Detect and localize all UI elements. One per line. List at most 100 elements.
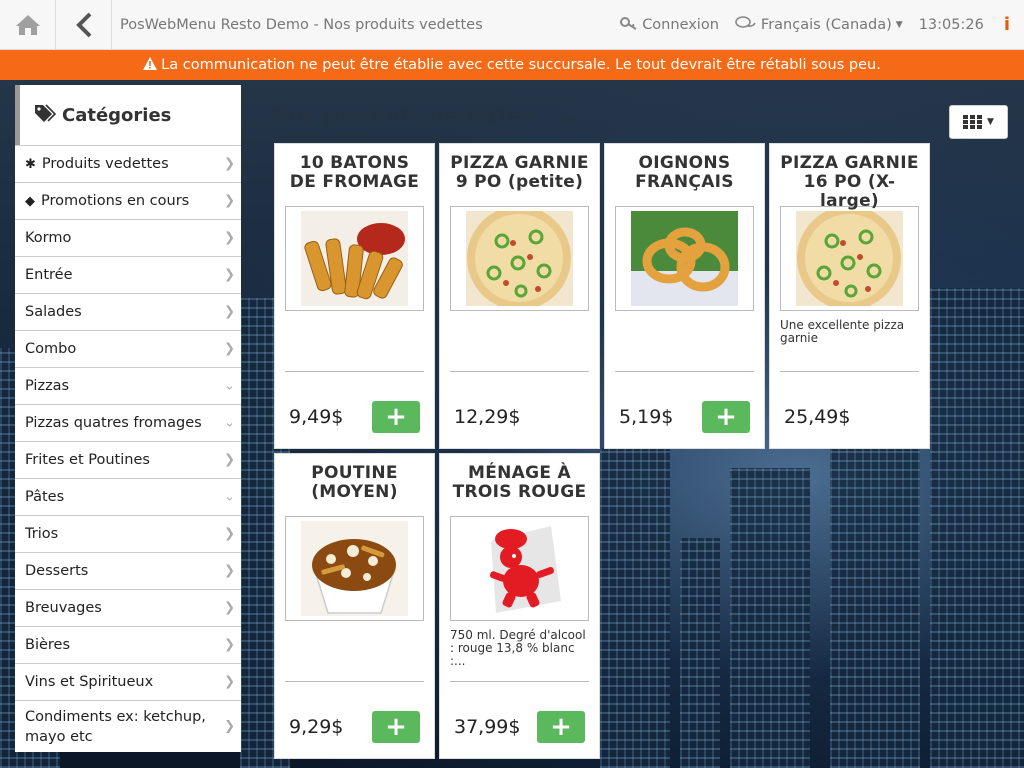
sidebar-item-promotions[interactable]: ◆ Promotions en cours ❯: [15, 182, 241, 219]
sidebar-item-desserts[interactable]: Desserts ❯: [15, 552, 241, 589]
divider: [780, 371, 919, 372]
sidebar-item-vins-spiritueux[interactable]: Vins et Spiritueux ❯: [15, 663, 241, 700]
add-to-cart-button[interactable]: +: [702, 401, 750, 433]
back-button[interactable]: [56, 0, 112, 50]
divider: [285, 371, 424, 372]
page-title-text: Nos produits vedettes: [271, 102, 535, 130]
clock: 13:05:26: [918, 16, 984, 33]
category-sidebar: Catégories ✱ Produits vedettes ❯ ◆ Promo…: [15, 85, 241, 752]
warning-icon: [143, 56, 158, 74]
chevron-down-icon: ⌄: [224, 378, 235, 394]
sidebar-item-pizzas[interactable]: Pizzas ⌄: [15, 367, 241, 404]
product-price: 9,29$: [289, 716, 344, 738]
language-label: Français (Canada): [760, 16, 892, 33]
alert-message: La communication ne peut être établie av…: [161, 57, 881, 73]
product-card[interactable]: OIGNONS FRANÇAIS 5,19$ +: [604, 143, 765, 449]
sidebar-item-pates[interactable]: Pâtes ⌄: [15, 478, 241, 515]
view-toggle-button[interactable]: ▼: [949, 105, 1008, 139]
sidebar-item-kormo[interactable]: Kormo ❯: [15, 219, 241, 256]
sidebar-item-label: Trios: [25, 526, 59, 542]
sidebar-item-frites-poutines[interactable]: Frites et Poutines ❯: [15, 441, 241, 478]
product-title: 10 BATONS DE FROMAGE: [289, 153, 420, 192]
sidebar-item-label: Breuvages: [25, 600, 102, 616]
sidebar-item-label: Vins et Spiritueux: [25, 674, 154, 690]
sidebar-item-combo[interactable]: Combo ❯: [15, 330, 241, 367]
pizza-image: [780, 206, 919, 311]
sidebar-item-condiments[interactable]: Condiments ex: ketchup, mayo etc ❯: [15, 700, 241, 752]
sidebar-item-label: Produits vedettes: [41, 156, 169, 172]
chevron-right-icon: ❯: [224, 718, 235, 734]
page-title-subtext: Liste: [546, 113, 578, 128]
product-description: [285, 629, 424, 681]
chevron-down-icon: ⌄: [224, 489, 235, 505]
sidebar-item-bieres[interactable]: Bières ❯: [15, 626, 241, 663]
chevron-right-icon: ❯: [224, 600, 235, 616]
chevron-left-icon: [75, 12, 91, 37]
product-title: PIZZA GARNIE 9 PO (petite): [450, 153, 589, 192]
chevron-right-icon: ❯: [224, 341, 235, 357]
sidebar-item-trios[interactable]: Trios ❯: [15, 515, 241, 552]
product-title: POUTINE (MOYEN): [311, 463, 398, 502]
chevron-right-icon: ❯: [224, 267, 235, 283]
sidebar-item-label: Desserts: [25, 563, 89, 579]
product-price: 25,49$: [784, 406, 851, 428]
key-icon: [620, 16, 638, 34]
product-description: [615, 319, 754, 371]
caret-down-icon: ▼: [895, 19, 903, 30]
divider: [450, 681, 589, 682]
tag-icon: ◆: [25, 193, 35, 209]
chevron-right-icon: ❯: [224, 563, 235, 579]
chevron-right-icon: ❯: [224, 637, 235, 653]
sidebar-item-label: Entrée: [25, 267, 73, 283]
sidebar-item-breuvages[interactable]: Breuvages ❯: [15, 589, 241, 626]
product-card[interactable]: PIZZA GARNIE 9 PO (petite) 12,29$: [439, 143, 600, 449]
sidebar-title: Catégories: [62, 104, 172, 126]
product-description: Une excellente pizza garnie: [780, 318, 905, 345]
tags-icon: [34, 103, 57, 127]
sidebar-item-label: Combo: [25, 341, 77, 357]
chef-logo-image: [450, 516, 589, 621]
poutine-image: [285, 516, 424, 621]
home-icon: [15, 14, 40, 35]
chevron-right-icon: ❯: [224, 193, 235, 209]
pizza-image: [450, 206, 589, 311]
sidebar-item-label: Frites et Poutines: [25, 452, 150, 468]
chevron-right-icon: ❯: [224, 230, 235, 246]
sidebar-item-label: Pizzas: [25, 378, 70, 394]
product-description: [450, 319, 589, 371]
page-title: Nos produits vedettes Liste: [271, 102, 577, 130]
product-title: MÉNAGE À TROIS ROUGE: [452, 463, 587, 502]
chevron-right-icon: ❯: [224, 452, 235, 468]
connection-alert: La communication ne peut être établie av…: [0, 50, 1024, 80]
language-dropdown[interactable]: Français (Canada) ▼: [735, 15, 903, 34]
product-card[interactable]: POUTINE (MOYEN) 9,29$ +: [274, 453, 435, 759]
divider: [285, 681, 424, 682]
add-to-cart-button[interactable]: +: [372, 711, 420, 743]
home-button[interactable]: [0, 0, 56, 50]
login-link[interactable]: Connexion: [620, 16, 719, 34]
chevron-right-icon: ❯: [224, 526, 235, 542]
product-card[interactable]: PIZZA GARNIE 16 PO (X-large) Une excelle…: [769, 143, 930, 449]
product-card[interactable]: 10 BATONS DE FROMAGE 9,49$ +: [274, 143, 435, 449]
sidebar-item-produits-vedettes[interactable]: ✱ Produits vedettes ❯: [15, 145, 241, 182]
sidebar-item-label: Pâtes: [25, 489, 65, 505]
product-price: 12,29$: [454, 406, 521, 428]
top-bar: PosWebMenu Resto Demo - Nos produits ved…: [0, 0, 1024, 50]
sidebar-item-entree[interactable]: Entrée ❯: [15, 256, 241, 293]
divider: [450, 371, 589, 372]
divider: [615, 371, 754, 372]
product-card[interactable]: MÉNAGE À TROIS ROUGE 750 ml. Degré d'alc…: [439, 453, 600, 759]
chevron-right-icon: ❯: [224, 674, 235, 690]
app-title: PosWebMenu Resto Demo - Nos produits ved…: [120, 16, 483, 33]
chevron-down-icon: ⌄: [224, 415, 235, 431]
add-to-cart-button[interactable]: +: [372, 401, 420, 433]
sidebar-item-pizzas-quatres-fromages[interactable]: Pizzas quatres fromages ⌄: [15, 404, 241, 441]
sidebar-item-salades[interactable]: Salades ❯: [15, 293, 241, 330]
product-price: 9,49$: [289, 406, 344, 428]
product-description: [285, 319, 424, 371]
add-to-cart-button[interactable]: +: [537, 711, 585, 743]
sidebar-item-label: Bières: [25, 637, 71, 653]
info-icon[interactable]: i: [1004, 14, 1010, 35]
product-title: OIGNONS FRANÇAIS: [635, 153, 734, 192]
sidebar-item-label: Salades: [25, 304, 82, 320]
